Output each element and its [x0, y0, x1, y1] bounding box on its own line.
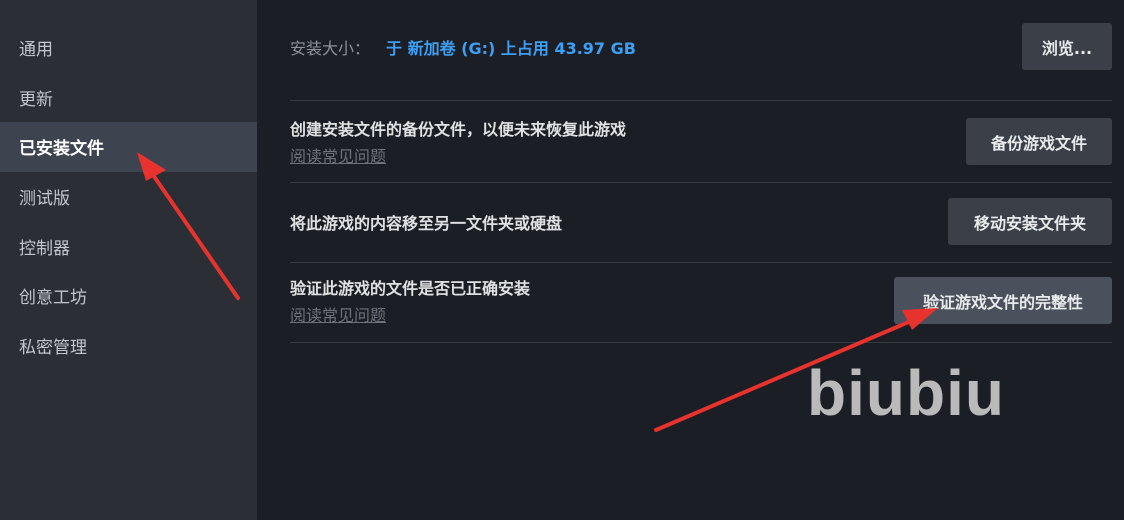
verify-description: 验证此游戏的文件是否已正确安装: [290, 279, 531, 298]
backup-text: 创建安装文件的备份文件，以便未来恢复此游戏 阅读常见问题: [290, 116, 626, 167]
verify-integrity-button[interactable]: 验证游戏文件的完整性: [894, 277, 1112, 324]
move-install-folder-button[interactable]: 移动安装文件夹: [948, 198, 1112, 245]
backup-game-files-button[interactable]: 备份游戏文件: [966, 118, 1112, 165]
backup-faq-link[interactable]: 阅读常见问题: [290, 143, 626, 167]
verify-row: 验证此游戏的文件是否已正确安装 阅读常见问题 验证游戏文件的完整性: [290, 275, 1112, 326]
sidebar-item-controller[interactable]: 控制器: [0, 221, 257, 271]
verify-faq-link[interactable]: 阅读常见问题: [290, 302, 530, 326]
install-size-value: 于 新加卷 (G:) 上占用 43.97 GB: [386, 38, 636, 58]
move-row: 将此游戏的内容移至另一文件夹或硬盘 移动安装文件夹: [290, 198, 1112, 245]
divider: [290, 182, 1112, 183]
divider: [290, 262, 1112, 263]
watermark-text: biubiu: [807, 357, 1005, 429]
divider: [290, 100, 1112, 101]
verify-text: 验证此游戏的文件是否已正确安装 阅读常见问题: [290, 275, 530, 326]
sidebar-item-privacy[interactable]: 私密管理: [0, 321, 257, 371]
install-size-row: 安装大小： 于 新加卷 (G:) 上占用 43.97 GB 浏览...: [290, 23, 1112, 70]
installed-files-panel: 安装大小： 于 新加卷 (G:) 上占用 43.97 GB 浏览... 创建安装…: [257, 0, 1124, 520]
divider: [290, 342, 1112, 343]
install-size-label: 安装大小：: [290, 38, 371, 58]
sidebar-item-workshop[interactable]: 创意工坊: [0, 271, 257, 321]
install-size-info: 安装大小： 于 新加卷 (G:) 上占用 43.97 GB: [290, 35, 636, 59]
backup-row: 创建安装文件的备份文件，以便未来恢复此游戏 阅读常见问题 备份游戏文件: [290, 116, 1112, 167]
browse-button[interactable]: 浏览...: [1022, 23, 1112, 70]
backup-description: 创建安装文件的备份文件，以便未来恢复此游戏: [290, 120, 627, 139]
sidebar-item-installed-files[interactable]: 已安装文件: [0, 122, 257, 172]
settings-sidebar: 通用 更新 已安装文件 测试版 控制器 创意工坊 私密管理: [0, 0, 257, 520]
sidebar-item-updates[interactable]: 更新: [0, 73, 257, 123]
sidebar-item-betas[interactable]: 测试版: [0, 172, 257, 222]
move-description: 将此游戏的内容移至另一文件夹或硬盘: [290, 213, 563, 233]
sidebar-item-general[interactable]: 通用: [0, 23, 257, 73]
